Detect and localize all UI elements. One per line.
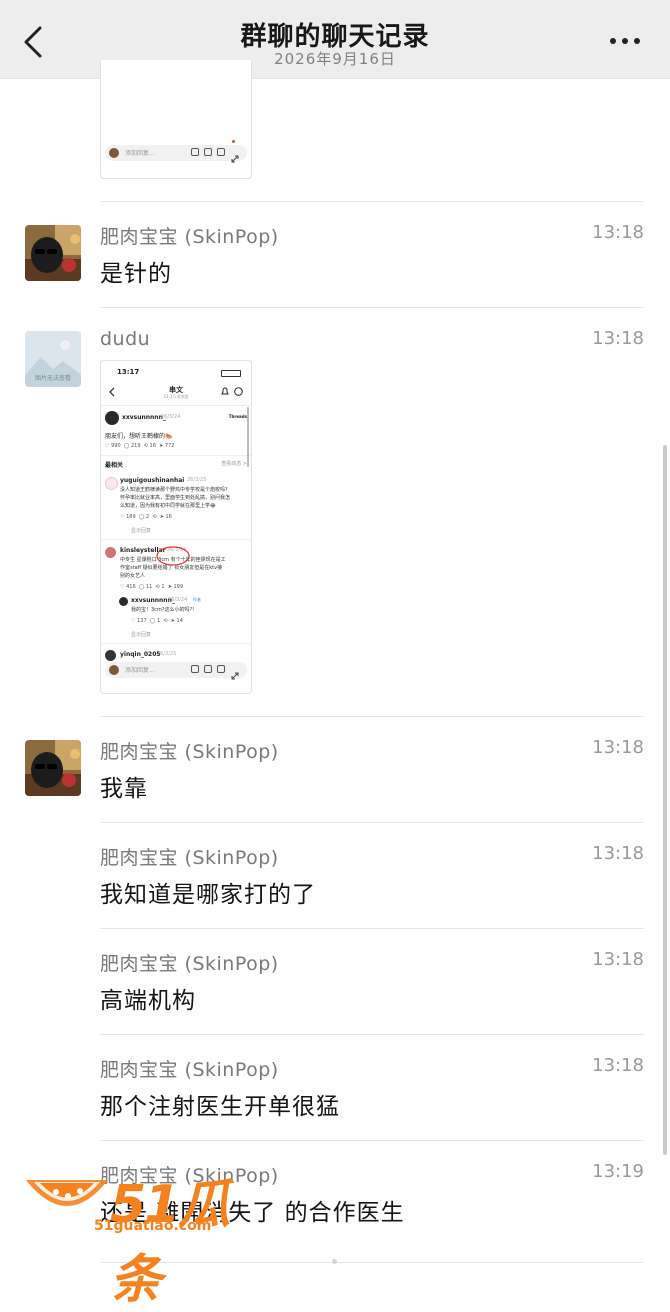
header-divider — [101, 405, 251, 406]
reply-text-line: 别的女艺人 — [120, 573, 146, 579]
sort-link: 查看动态 > — [221, 461, 247, 467]
expand-icon — [231, 148, 239, 163]
reply-text-line: 没人知道王鹤棣读那个野鸡中专学校是个炮校吗? — [120, 487, 228, 493]
message-time: 13:18 — [592, 843, 644, 864]
message-text: 我靠 — [100, 776, 148, 802]
post-username: xxvsunnnnn_ — [122, 414, 166, 421]
reply-text-line: 么知道，因为我有初中同学就在那里上学😂 — [120, 503, 216, 509]
sender-name: 肥肉宝宝 (SkinPop) — [100, 226, 279, 248]
message-time: 13:18 — [592, 1055, 644, 1076]
show-replies-link: 显示回复 — [131, 632, 152, 638]
red-circle-annotation — [156, 546, 190, 566]
avatar — [105, 547, 116, 558]
message-text: 那个注射医生开单很猛 — [100, 1094, 340, 1120]
message-divider — [100, 307, 644, 308]
reply-username: yinqin_0205 — [120, 651, 161, 658]
avatar[interactable]: 图片无法查看 — [25, 331, 81, 387]
avatar-icon — [109, 665, 119, 675]
avatar[interactable] — [25, 740, 81, 796]
sticker-icon — [204, 665, 212, 673]
post-text: 朋友们，想听王鹤棣的🍉 — [105, 433, 173, 440]
image-message-thumbnail[interactable]: 13:17 串文 21.3万次浏览 xxvsunnnnn_ 26/3/24 Th… — [100, 360, 252, 694]
notification-dot — [232, 140, 235, 143]
reply-bar: 添加回复... — [105, 662, 247, 680]
battery-icon — [221, 370, 241, 377]
watermark-logo: 51瓜条 51guatiao.com — [22, 1140, 262, 1310]
show-replies-link: 显示回复 — [131, 528, 152, 534]
scrollbar[interactable] — [663, 445, 667, 1155]
avatar — [105, 650, 116, 661]
end-dot — [332, 1259, 337, 1264]
avatar-icon — [109, 148, 119, 158]
message-time: 13:18 — [592, 949, 644, 970]
section-divider — [101, 643, 251, 644]
reply-stats: ♡ 137 ◯ 1 ⟲ ➤ 14 — [131, 618, 183, 624]
sender-name: dudu — [100, 328, 151, 350]
avatar — [105, 477, 118, 490]
reply-stats: ♡ 416 ◯ 11 ⟲ 1 ➤ 199 — [120, 584, 184, 590]
avatar[interactable] — [25, 225, 81, 281]
gif-icon — [217, 665, 225, 673]
expand-icon — [231, 665, 239, 680]
message-divider — [100, 928, 644, 929]
sender-name: 肥肉宝宝 (SkinPop) — [100, 741, 279, 763]
scrollbar — [247, 407, 249, 467]
chat-message: 肥肉宝宝 (SkinPop) 13:18 是针的 — [0, 222, 670, 302]
chat-message: 肥肉宝宝 (SkinPop) 13:18 那个注射医生开单很猛 — [0, 1055, 670, 1135]
message-time: 13:18 — [592, 737, 644, 758]
sender-name: 肥肉宝宝 (SkinPop) — [100, 953, 279, 975]
message-text: 是针的 — [100, 261, 172, 287]
avatar — [119, 597, 128, 606]
gif-icon — [217, 148, 225, 156]
message-divider — [100, 716, 644, 717]
reply-placeholder: 添加回复... — [125, 667, 155, 674]
bell-icon — [221, 387, 229, 395]
author-badge: 作者 — [193, 597, 201, 602]
chat-message: 肥肉宝宝 (SkinPop) 13:18 我靠 — [0, 737, 670, 817]
sender-name: 肥肉宝宝 (SkinPop) — [100, 847, 279, 869]
reply-placeholder: 添加回复... — [125, 150, 155, 157]
post-date: 26/3/24 — [161, 414, 181, 420]
sticker-icon — [204, 148, 212, 156]
message-time: 13:18 — [592, 222, 644, 243]
sort-label: 最相关 — [105, 462, 124, 469]
reply-stats: ♡ 189 ◯ 2 ⟲ ➤ 16 — [120, 514, 172, 520]
image-icon — [191, 665, 199, 673]
reply-text-line: 怀孕率比就业率高，里面学生到处乱搞，别问我怎 — [120, 495, 231, 501]
app-name: Threads — [228, 414, 247, 419]
more-options-icon[interactable] — [610, 30, 642, 50]
status-time: 13:17 — [117, 368, 140, 376]
section-divider — [101, 539, 251, 540]
reply-date: 26/3/25 — [187, 477, 207, 483]
watermark-url: 51guatiao.com — [94, 1218, 212, 1234]
reply-text-line: 我的宝！3cm?这么小的吗?! — [131, 607, 195, 613]
message-divider — [100, 822, 644, 823]
message-divider — [100, 1034, 644, 1035]
avatar-caption: 图片无法查看 — [34, 375, 71, 382]
chat-message: 肥肉宝宝 (SkinPop) 13:18 高端机构 — [0, 949, 670, 1029]
reply-bar: 添加回复... — [105, 145, 247, 163]
watermark-text: 51瓜条 — [110, 1175, 230, 1310]
message-divider — [100, 201, 644, 202]
avatar — [105, 411, 119, 425]
section-divider — [101, 455, 251, 456]
image-message-thumbnail[interactable]: 添加回复... — [100, 60, 252, 179]
reply-username: yuguigoushinanhai — [120, 477, 185, 484]
message-text: 我知道是哪家打的了 — [100, 882, 316, 908]
reply-date: 26/3/25 — [157, 651, 177, 657]
image-icon — [191, 148, 199, 156]
more-icon — [234, 387, 243, 396]
message-time: 13:18 — [592, 328, 644, 349]
sender-name: 肥肉宝宝 (SkinPop) — [100, 1059, 279, 1081]
message-text: 高端机构 — [100, 988, 196, 1014]
message-time: 13:19 — [592, 1161, 644, 1182]
reply-date: 26/3/24 — [168, 597, 188, 603]
post-stats: ♡ 990 ◯ 219 ⟲ 16 ➤ 772 — [105, 443, 175, 449]
chat-message: 图片无法查看 dudu 13:18 13:17 串文 21.3万次浏览 xxvs… — [0, 328, 670, 698]
chat-message: 肥肉宝宝 (SkinPop) 13:18 我知道是哪家打的了 — [0, 843, 670, 923]
